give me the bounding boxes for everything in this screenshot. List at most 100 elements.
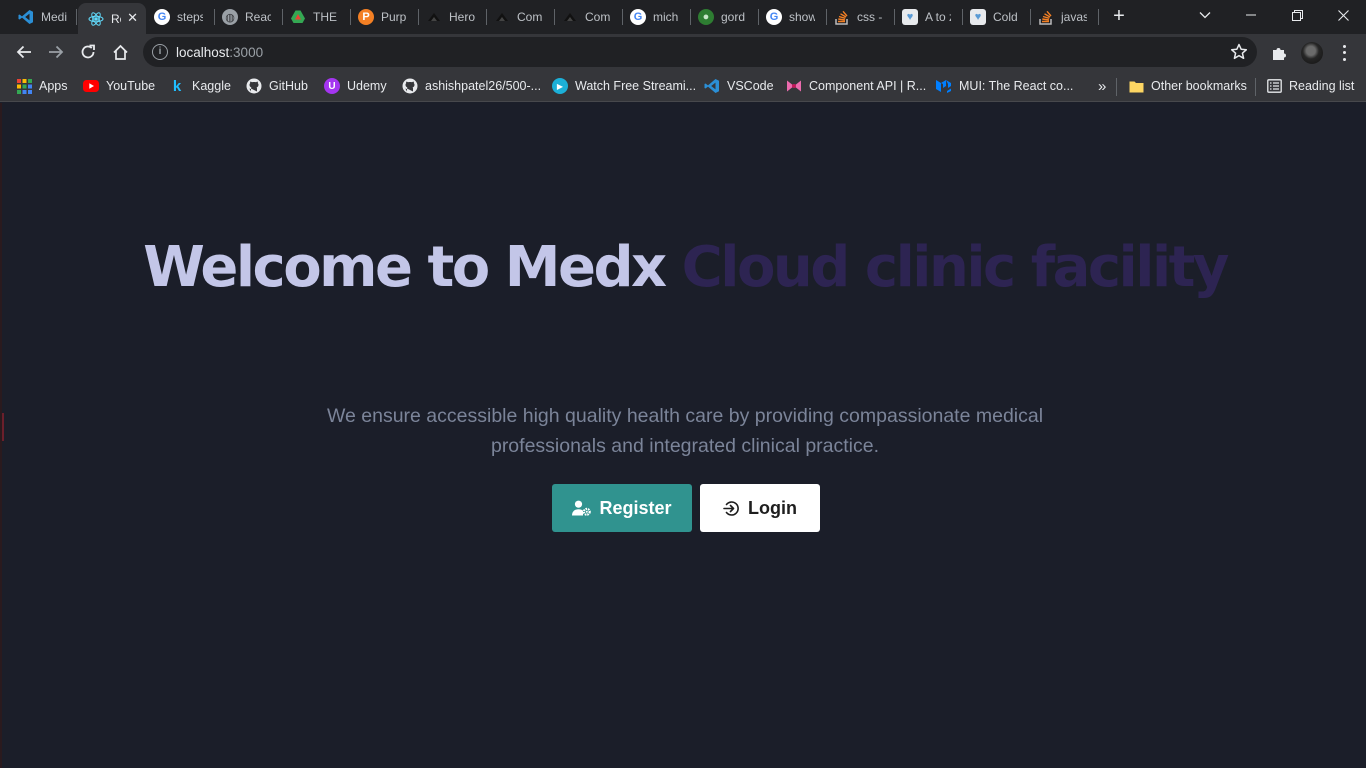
bookmark-label: GitHub	[269, 79, 308, 93]
reload-icon	[81, 44, 95, 59]
tab-11[interactable]: G show	[756, 4, 824, 30]
reading-list-button[interactable]: Reading list	[1266, 76, 1354, 96]
bookmark-udemy[interactable]: U Udemy	[324, 76, 387, 96]
vscode-icon	[704, 78, 720, 94]
tailwind-icon	[494, 9, 510, 25]
restore-button[interactable]	[1274, 0, 1320, 30]
mui-icon	[936, 78, 952, 94]
minimize-button[interactable]	[1228, 0, 1274, 30]
google-icon: G	[630, 9, 646, 25]
tab-14[interactable]: ♥ Cold	[960, 4, 1028, 30]
drive-icon	[290, 9, 306, 25]
browser-toolbar: i localhost:3000	[0, 34, 1366, 70]
tab-5[interactable]: P Purpl	[348, 4, 416, 30]
bookmark-mui[interactable]: MUI: The React co...	[936, 76, 1073, 96]
back-button[interactable]	[10, 38, 38, 66]
bookmark-watch-free[interactable]: ▶ Watch Free Streami...	[552, 76, 696, 96]
github-icon: ●	[698, 9, 714, 25]
forward-arrow-icon	[49, 45, 64, 59]
bookmark-github-repo[interactable]: ashishpatel26/500-...	[402, 76, 541, 96]
tailwind-icon	[562, 9, 578, 25]
tab-title: Cold	[993, 10, 1018, 24]
address-bar[interactable]: i localhost:3000	[143, 37, 1257, 67]
tab-9[interactable]: G mich	[620, 4, 688, 30]
bookmark-github[interactable]: GitHub	[246, 76, 308, 96]
login-button[interactable]: Login	[700, 484, 820, 532]
tab-8[interactable]: Comp	[552, 4, 620, 30]
tab-strip: Medi Re ✕ G steps ◍ React THE F P Purpl …	[0, 0, 1366, 34]
extensions-puzzle-icon[interactable]	[1270, 44, 1288, 62]
bookmark-label: Kaggle	[192, 79, 231, 93]
tab-3[interactable]: ◍ React	[212, 4, 280, 30]
play-icon: ▶	[552, 78, 568, 94]
tab-7[interactable]: Comp	[484, 4, 552, 30]
bookmark-label: Apps	[39, 79, 68, 93]
bookmark-youtube[interactable]: YouTube	[83, 76, 155, 96]
tab-title: css -	[857, 10, 883, 24]
tab-title: Hero	[449, 10, 475, 24]
purple-app-icon: P	[358, 9, 374, 25]
tab-4[interactable]: THE F	[280, 4, 348, 30]
bookmark-label: VSCode	[727, 79, 774, 93]
reload-button[interactable]	[74, 38, 102, 66]
sign-in-icon	[723, 500, 740, 517]
bookmarks-overflow-button[interactable]: »	[1098, 76, 1106, 96]
heart-icon: ♥	[970, 9, 986, 25]
tab-title: mich	[653, 10, 679, 24]
url-text[interactable]: localhost:3000	[176, 45, 263, 60]
bookmark-apps[interactable]: Apps	[16, 76, 68, 96]
tab-10[interactable]: ● gord	[688, 4, 756, 30]
hero-title-highlight: Cloud clinic facility	[681, 235, 1230, 300]
bookmark-label: ashishpatel26/500-...	[425, 79, 542, 93]
bookmark-kaggle[interactable]: k Kaggle	[169, 76, 231, 96]
login-label: Login	[748, 497, 797, 518]
bookmark-label: Component API | R...	[809, 79, 927, 93]
hero-title: Welcome to Medx Cloud clinic facility	[2, 226, 1366, 309]
bookmark-star-icon[interactable]	[1229, 42, 1249, 62]
bookmarks-bar: Apps YouTube k Kaggle GitHub U Udemy ash…	[0, 70, 1366, 102]
tab-title: A to z	[925, 10, 951, 24]
tailwind-icon	[426, 9, 442, 25]
restore-icon	[1291, 9, 1303, 21]
tab-title: Re	[111, 11, 121, 26]
bookmark-vscode[interactable]: VSCode	[704, 76, 774, 96]
chevron-down-icon	[1199, 12, 1211, 19]
page-content: Welcome to Medx Cloud clinic facility We…	[0, 103, 1366, 768]
tab-2[interactable]: G steps	[144, 4, 212, 30]
register-button[interactable]: Register	[552, 484, 692, 532]
info-icon[interactable]: i	[152, 44, 168, 60]
browser-menu-icon[interactable]	[1336, 43, 1352, 63]
tab-15[interactable]: javas	[1028, 4, 1096, 30]
tab-title: javas	[1061, 10, 1087, 24]
profile-avatar[interactable]	[1301, 42, 1323, 64]
hero-title-primary: Welcome to Medx	[143, 235, 682, 300]
bookmark-component-api[interactable]: Component API | R...	[786, 76, 926, 96]
edge-marker	[2, 413, 4, 441]
other-bookmarks-folder[interactable]: Other bookmarks	[1128, 76, 1247, 96]
tab-title: Comp	[517, 10, 543, 24]
close-icon[interactable]: ✕	[127, 10, 138, 26]
bookmark-label: Udemy	[347, 79, 387, 93]
tab-12[interactable]: css -	[824, 4, 892, 30]
bookmark-label: Watch Free Streami...	[575, 79, 697, 93]
tab-title: Medi	[41, 10, 67, 24]
bookmark-label: Reading list	[1289, 79, 1355, 93]
home-button[interactable]	[106, 38, 134, 66]
tab-13[interactable]: ♥ A to z	[892, 4, 960, 30]
react-icon	[88, 11, 104, 27]
url-port: :3000	[229, 45, 264, 60]
tab-0[interactable]: Medi	[8, 4, 74, 30]
close-window-button[interactable]	[1320, 0, 1366, 30]
home-icon	[112, 44, 128, 60]
forward-button[interactable]	[42, 38, 70, 66]
google-icon: G	[766, 9, 782, 25]
udemy-icon: U	[324, 78, 340, 94]
register-label: Register	[599, 497, 672, 518]
tab-6[interactable]: Hero	[416, 4, 484, 30]
hero-subtitle: We ensure accessible high quality health…	[326, 405, 1044, 457]
new-tab-button[interactable]: +	[1109, 5, 1129, 27]
tab-search-button[interactable]	[1182, 0, 1228, 30]
close-icon	[1337, 9, 1349, 21]
tab-title: gord	[721, 10, 746, 24]
tab-1[interactable]: Re ✕	[78, 3, 146, 34]
